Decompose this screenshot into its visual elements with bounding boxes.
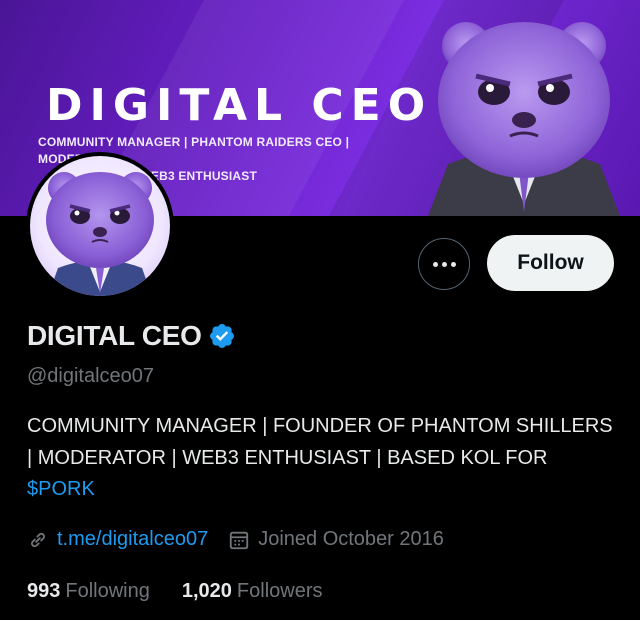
followers-stat[interactable]: 1,020 Followers bbox=[182, 580, 323, 603]
followers-count: 1,020 bbox=[181, 580, 232, 602]
banner-title: DIGITAL CEO bbox=[46, 80, 433, 131]
profile-bio: COMMUNITY MANAGER | FOUNDER OF PHANTOM S… bbox=[27, 411, 617, 506]
display-name-row: DIGITAL CEO bbox=[27, 320, 236, 352]
avatar[interactable] bbox=[26, 152, 174, 300]
follow-button[interactable]: Follow bbox=[487, 235, 614, 291]
bio-cashtag-link[interactable]: $PORK bbox=[27, 478, 95, 500]
display-name: DIGITAL CEO bbox=[27, 320, 202, 351]
joined-date: Joined October 2016 bbox=[258, 528, 444, 550]
follow-stats: 993 Following 1,020 Followers bbox=[27, 580, 323, 603]
verified-badge-icon[interactable] bbox=[208, 322, 236, 350]
following-stat[interactable]: 993 Following bbox=[27, 580, 150, 603]
bio-text: COMMUNITY MANAGER | FOUNDER OF PHANTOM S… bbox=[27, 415, 613, 469]
banner-fluffy-bear-image bbox=[428, 22, 620, 216]
link-icon bbox=[31, 532, 45, 547]
more-horizontal-icon bbox=[431, 261, 458, 267]
calendar-icon bbox=[230, 531, 249, 549]
following-label: Following bbox=[65, 580, 150, 602]
profile-meta-row: t.me/digitalceo07 Joined October 2016 bbox=[27, 528, 444, 551]
profile-handle: @digitalceo07 bbox=[27, 365, 155, 387]
profile-website-link[interactable]: t.me/digitalceo07 bbox=[57, 528, 208, 551]
avatar-fluffy-bear-image bbox=[46, 172, 154, 296]
more-options-button[interactable] bbox=[418, 238, 470, 290]
following-count: 993 bbox=[27, 580, 61, 602]
avatar-image bbox=[30, 156, 170, 296]
followers-label: Followers bbox=[236, 580, 323, 602]
